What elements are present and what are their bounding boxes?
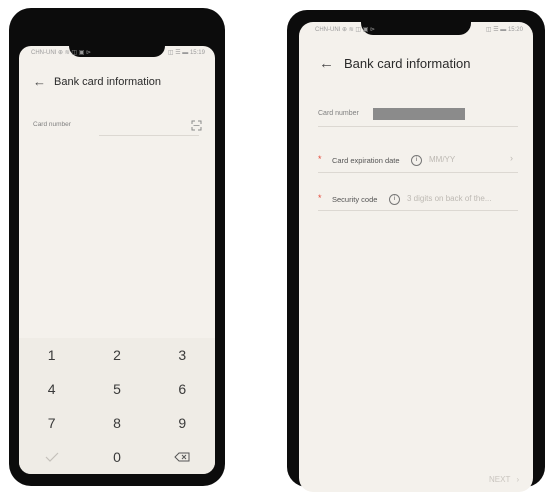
- key-8[interactable]: 8: [84, 406, 149, 440]
- security-code-underline: [318, 210, 518, 211]
- card-number-underline: [318, 126, 518, 127]
- chevron-right-icon[interactable]: ›: [510, 153, 513, 163]
- key-9[interactable]: 9: [150, 406, 215, 440]
- required-mark: *: [318, 193, 322, 203]
- expiration-label: Card expiration date: [332, 156, 400, 165]
- chevron-right-icon: ›: [516, 475, 520, 484]
- back-arrow-icon[interactable]: ←: [319, 55, 334, 72]
- back-arrow-icon[interactable]: ←: [33, 74, 46, 89]
- card-number-label: Card number: [318, 110, 359, 117]
- right-screen: CHN-UNI ⊕ ≋ ◫ ▣ ⊳ ◫ ☰ ▬ 15:20 ← Bank car…: [299, 22, 533, 492]
- backspace-key[interactable]: [150, 440, 215, 474]
- right-notch: [361, 22, 471, 35]
- right-phone: CHN-UNI ⊕ ≋ ◫ ▣ ⊳ ◫ ☰ ▬ 15:20 ← Bank car…: [287, 10, 545, 492]
- page-title: Bank card information: [54, 75, 161, 88]
- next-label: NEXT: [489, 475, 511, 484]
- redacted-card-number: [373, 108, 465, 120]
- checkmark-icon: [45, 452, 59, 462]
- backspace-icon: [174, 452, 190, 462]
- status-bar-right: ◫ ☰ ▬ 15:19: [167, 50, 205, 56]
- confirm-key[interactable]: [19, 440, 84, 474]
- key-4[interactable]: 4: [19, 372, 84, 406]
- next-button[interactable]: NEXT ›: [489, 475, 519, 484]
- key-6[interactable]: 6: [150, 372, 215, 406]
- left-header: ← Bank card information: [33, 74, 161, 89]
- scan-card-icon[interactable]: [191, 120, 202, 131]
- expiration-input[interactable]: MM/YY: [429, 155, 455, 164]
- required-mark: *: [318, 154, 322, 164]
- right-header: ← Bank card information: [319, 55, 470, 72]
- key-0[interactable]: 0: [84, 440, 149, 474]
- info-icon[interactable]: i: [389, 194, 400, 205]
- key-2[interactable]: 2: [84, 338, 149, 372]
- status-bar-right: ◫ ☰ ▬ 15:20: [485, 27, 523, 33]
- status-bar-left: CHN-UNI ⊕ ≋ ◫ ▣ ⊳: [315, 27, 376, 33]
- numeric-keypad: 1 2 3 4 5 6 7 8 9 0: [19, 338, 215, 474]
- key-3[interactable]: 3: [150, 338, 215, 372]
- security-code-label: Security code: [332, 195, 378, 204]
- card-number-label: Card number: [33, 121, 71, 128]
- security-code-input[interactable]: 3 digits on back of the...: [407, 194, 517, 203]
- left-phone: CHN-UNI ⊕ ≋ ◫ ▣ ⊳ ◫ ☰ ▬ 15:19 ← Bank car…: [9, 8, 225, 486]
- expiration-underline: [318, 172, 518, 173]
- key-5[interactable]: 5: [84, 372, 149, 406]
- key-7[interactable]: 7: [19, 406, 84, 440]
- card-number-underline: [99, 135, 199, 136]
- status-bar-left: CHN-UNI ⊕ ≋ ◫ ▣ ⊳: [31, 50, 92, 56]
- info-icon[interactable]: i: [411, 155, 422, 166]
- left-screen: CHN-UNI ⊕ ≋ ◫ ▣ ⊳ ◫ ☰ ▬ 15:19 ← Bank car…: [19, 46, 215, 474]
- key-1[interactable]: 1: [19, 338, 84, 372]
- page-title: Bank card information: [344, 56, 471, 71]
